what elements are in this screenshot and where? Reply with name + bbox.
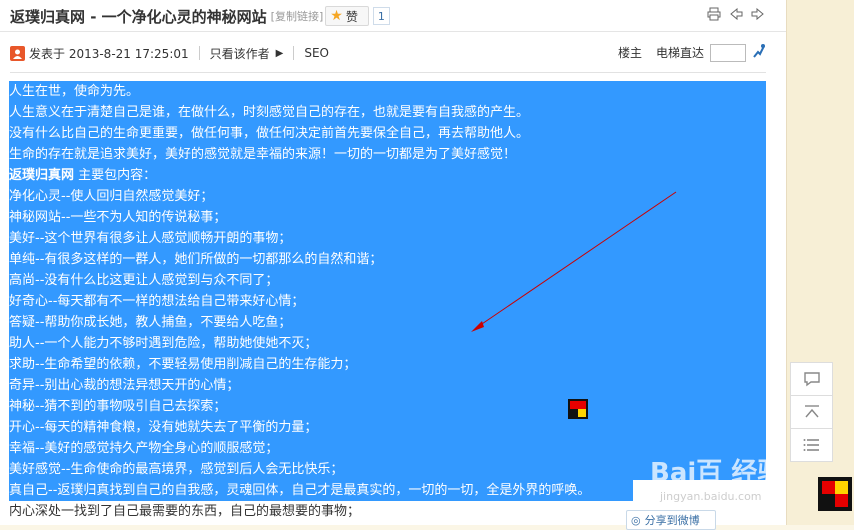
logo-mark-icon [568, 399, 588, 419]
back-to-top-button[interactable] [790, 395, 833, 429]
share-weibo-button[interactable]: ◎ 分享到微博 [626, 510, 716, 530]
quick-reply-button[interactable] [790, 362, 833, 396]
watermark-url: jingyan.baidu.com [660, 490, 762, 503]
floating-tools [790, 362, 833, 462]
comment-icon [803, 372, 820, 387]
watermark-brand: Bai百 经验 [650, 458, 784, 488]
logo-mark-icon [818, 477, 852, 511]
list-icon [803, 439, 819, 451]
thread-list-button[interactable] [790, 428, 833, 462]
annotation-arrow [471, 191, 677, 332]
post-panel: 返璞归真网 - 一个净化心灵的神秘网站 [复制链接] ★ 赞 1 发表于 201… [0, 0, 786, 530]
up-arrow-icon [804, 405, 819, 418]
share-weibo-label: 分享到微博 [644, 514, 700, 527]
baidu-watermark: Bai百 经验 [650, 452, 783, 489]
